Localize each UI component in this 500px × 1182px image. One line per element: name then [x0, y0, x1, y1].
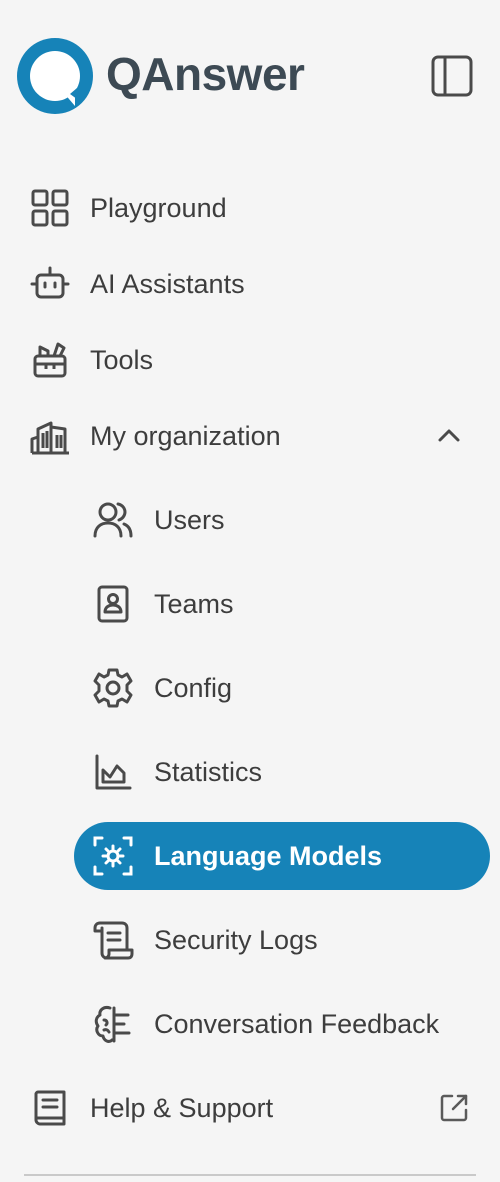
building-icon: [29, 415, 71, 457]
sidebar-item-teams[interactable]: Teams: [0, 569, 500, 639]
sidebar-item-config[interactable]: Config: [0, 653, 500, 723]
sidebar-item-ai-assistants[interactable]: AI Assistants: [0, 249, 500, 319]
external-link-icon: [438, 1092, 470, 1124]
sidebar-item-statistics[interactable]: Statistics: [0, 737, 500, 807]
toolbox-icon: [29, 339, 71, 381]
sidebar-item-label: Statistics: [154, 756, 263, 787]
sidebar-item-language-models[interactable]: Language Models: [0, 821, 500, 891]
book-icon: [29, 1087, 71, 1129]
brain-icon: [92, 1003, 134, 1045]
sidebar-item-label: Language Models: [154, 840, 383, 871]
sidebar-header: QAnswer: [0, 0, 500, 150]
sidebar-divider: [24, 1174, 476, 1176]
chevron-up-icon[interactable]: [434, 421, 464, 451]
sidebar-item-label: Help & Support: [90, 1092, 274, 1123]
app-name: QAnswer: [106, 48, 305, 100]
model-settings-icon: [92, 835, 134, 877]
sidebar-item-tools[interactable]: Tools: [0, 325, 500, 395]
robot-icon: [29, 263, 71, 305]
gear-icon: [92, 667, 134, 709]
chart-icon: [92, 751, 134, 793]
sidebar-item-help-support[interactable]: Help & Support: [0, 1073, 500, 1143]
sidebar-item-label: Tools: [90, 344, 154, 375]
users-icon: [92, 499, 134, 541]
sidebar-item-label: Playground: [90, 192, 227, 223]
sidebar-item-conversation-feedback[interactable]: Conversation Feedback: [0, 989, 500, 1059]
contact-book-icon: [92, 583, 134, 625]
scroll-icon: [92, 919, 134, 961]
sidebar-item-label: Security Logs: [154, 924, 318, 955]
sidebar-item-label: AI Assistants: [90, 268, 245, 299]
sidebar-item-label: Conversation Feedback: [154, 1008, 440, 1039]
sidebar-item-label: Teams: [154, 588, 234, 619]
grid-icon: [29, 187, 71, 229]
qanswer-logo-icon: [15, 36, 95, 116]
sidebar-item-label: Users: [154, 504, 225, 535]
sidebar-item-users[interactable]: Users: [0, 485, 500, 555]
sidebar-item-label: Config: [154, 672, 233, 703]
sidebar-item-security-logs[interactable]: Security Logs: [0, 905, 500, 975]
sidebar-item-playground[interactable]: Playground: [0, 173, 500, 243]
sidebar-item-my-organization[interactable]: My organization: [0, 401, 500, 471]
sidebar-item-label: My organization: [90, 420, 281, 451]
sidebar-toggle-icon[interactable]: [430, 54, 474, 98]
